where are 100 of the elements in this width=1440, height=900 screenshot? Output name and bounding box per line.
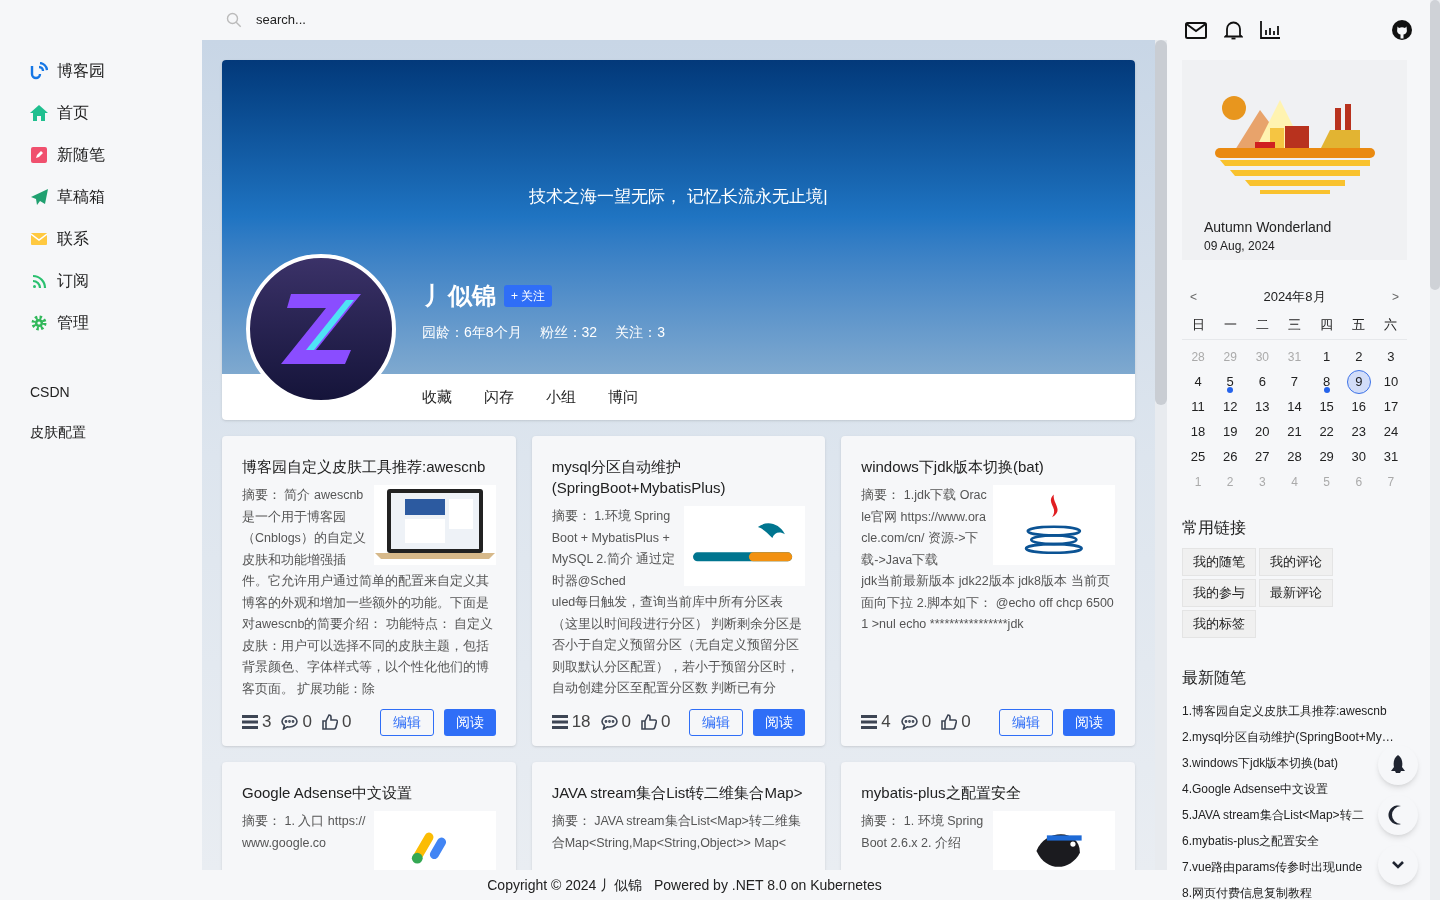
read-button[interactable]: 阅读 [443, 708, 496, 736]
thumbs-up-icon [321, 714, 338, 730]
read-button[interactable]: 阅读 [753, 708, 806, 736]
weekday-label: 日 [1190, 315, 1206, 334]
follow-button[interactable]: + 关注 [504, 285, 553, 307]
quick-link-button[interactable]: 我的标签 [1182, 610, 1256, 638]
sidebar-link[interactable]: 皮肤配置 [30, 423, 86, 441]
search-field[interactable]: search... [256, 10, 556, 30]
calendar-day[interactable]: 19 [1218, 419, 1243, 444]
calendar-day[interactable]: 2 [1346, 344, 1371, 369]
calendar-day[interactable]: 4 [1186, 369, 1211, 394]
list-icon [551, 715, 568, 729]
comment-count: 0 [921, 711, 932, 734]
edit-button[interactable]: 编辑 [999, 708, 1053, 736]
calendar-day[interactable]: 10 [1378, 369, 1403, 394]
post-title[interactable]: windows下jdk版本切换(bat) [861, 456, 1115, 477]
previous-month-button[interactable]: < [1190, 288, 1197, 306]
github-icon[interactable] [1392, 20, 1412, 40]
recent-post-link[interactable]: 1.博客园自定义皮肤工具推荐:awescnb [1182, 698, 1387, 724]
calendar-day[interactable]: 15 [1314, 394, 1339, 419]
read-button[interactable]: 阅读 [1063, 708, 1115, 736]
weekday-label: 一 [1222, 315, 1238, 334]
calendar-day[interactable]: 9 [1346, 369, 1371, 394]
calendar-day[interactable]: 22 [1314, 419, 1339, 444]
calendar-day[interactable]: 25 [1186, 444, 1211, 469]
calendar-day[interactable]: 16 [1346, 394, 1371, 419]
nav-link[interactable]: 订阅 [57, 269, 89, 293]
thumbs-up-icon [941, 714, 958, 730]
weekday-label: 三 [1287, 315, 1302, 334]
calendar-month: 2024年8月 [1263, 288, 1326, 307]
nav-link[interactable]: 首页 [57, 101, 89, 125]
post-title[interactable]: mybatis-plus之配置安全 [861, 782, 1115, 803]
weekday-label: 六 [1383, 315, 1399, 334]
mail-icon[interactable] [1185, 21, 1207, 39]
edit-button[interactable]: 编辑 [379, 708, 434, 736]
calendar-day[interactable]: 26 [1218, 444, 1243, 469]
profile-tab[interactable]: 小组 [546, 386, 576, 409]
calendar-day[interactable]: 23 [1346, 419, 1371, 444]
post-title[interactable]: JAVA stream集合List转二维集合Map> [551, 782, 806, 803]
calendar-day[interactable]: 1 [1314, 344, 1339, 369]
recent-post-link[interactable]: 7.vue路由params传参时出现unde [1182, 854, 1363, 880]
calendar-day[interactable]: 27 [1250, 444, 1275, 469]
recent-post-link[interactable]: 2.mysql分区自动维护(SpringBoot+My… [1182, 724, 1394, 750]
profile-tab[interactable]: 博问 [608, 386, 638, 409]
comment-icon [900, 714, 918, 730]
post-title[interactable]: 博客园自定义皮肤工具推荐:awescnb [242, 456, 496, 477]
footer-text: Copyright © 2024 丿似锦 Powered by .NET 8.0 on Kubernetes [486, 876, 883, 895]
search-icon [226, 12, 242, 28]
bell-icon[interactable] [1224, 20, 1243, 40]
profile-stat: 粉丝：32 [539, 323, 598, 342]
calendar-day[interactable]: 5 [1218, 369, 1243, 394]
calendar-day[interactable]: 13 [1250, 394, 1275, 419]
bar-chart-icon[interactable] [1260, 21, 1280, 39]
calendar-day[interactable]: 28 [1282, 444, 1307, 469]
calendar-day[interactable]: 7 [1282, 369, 1307, 394]
calendar-day[interactable]: 11 [1186, 394, 1211, 419]
recent-post-link[interactable]: 6.mybatis-plus之配置安全 [1182, 828, 1320, 854]
quick-link-button[interactable]: 最新评论 [1259, 579, 1333, 607]
calendar-day[interactable]: 29 [1314, 444, 1339, 469]
calendar-day[interactable]: 14 [1282, 394, 1307, 419]
calendar-day[interactable]: 12 [1218, 394, 1243, 419]
profile-tab[interactable]: 闪存 [484, 386, 514, 409]
post-summary: 件。它允许用户通过简单的配置来自定义其博客的外观和增加一些额外的功能。下面是对awescnb的简要介绍： 功能特点： 自定义皮肤：用户可以选择不同的皮肤主题，包括背景颜色、字体样式等，以个性化他们的博客页面。 扩展功能：除 [242, 573, 495, 698]
weather-date: 09 Aug, 2024 [1204, 238, 1275, 254]
recent-post-link[interactable]: 4.Google Adsense中文设置 [1182, 776, 1329, 802]
calendar-day[interactable]: 24 [1378, 419, 1403, 444]
post-title[interactable]: Google Adsense中文设置 [242, 782, 496, 803]
view-count: 4 [881, 711, 891, 734]
calendar-day[interactable]: 17 [1378, 394, 1403, 419]
nav-link[interactable]: 联系 [57, 227, 89, 251]
quick-link-button[interactable]: 我的随笔 [1182, 548, 1256, 576]
calendar-day[interactable]: 21 [1282, 419, 1307, 444]
post-summary: 摘要： 简介 awescnb是一个用于博客园（Cnblogs）的自定义皮肤和功能增强插 [242, 487, 367, 569]
post-summary: 摘要： 1. 环境 SpringBoot 2.6.x 2. 介绍 [861, 813, 985, 852]
calendar-day[interactable]: 20 [1250, 419, 1275, 444]
nav-link[interactable]: 博客园 [57, 59, 105, 83]
dark-mode-button[interactable] [1378, 795, 1418, 835]
back-to-top-button[interactable] [1378, 745, 1418, 785]
calendar-day[interactable]: 6 [1250, 369, 1275, 394]
quick-link-button[interactable]: 我的参与 [1182, 579, 1256, 607]
calendar-day[interactable]: 8 [1314, 369, 1339, 394]
sidebar-link[interactable]: CSDN [30, 383, 70, 401]
calendar-day[interactable]: 3 [1378, 344, 1403, 369]
post-title[interactable]: mysql分区自动维护(SpringBoot+MybatisPlus) [551, 456, 806, 498]
post-summary: uled每日触发，查询当前库中所有分区表（这里以时间段进行分区） 判断剩余分区是否小于自定义预留分区（无自定义预留分区则取默认分区配置），若小于预留分区时，自动创建分区至配置分区数 判断已有分 [551, 594, 804, 697]
next-month-button[interactable]: > [1392, 288, 1399, 306]
edit-button[interactable]: 编辑 [689, 708, 744, 736]
profile-tab[interactable]: 收藏 [422, 386, 452, 409]
recent-post-link[interactable]: 8.网页付费信息复制教程 [1182, 880, 1312, 900]
quick-link-button[interactable]: 我的评论 [1259, 548, 1333, 576]
nav-link[interactable]: 管理 [57, 311, 89, 335]
list-icon [861, 715, 878, 729]
recent-post-link[interactable]: 5.JAVA stream集合List<Map>转二 [1182, 802, 1364, 828]
calendar-day[interactable]: 30 [1346, 444, 1371, 469]
nav-link[interactable]: 新随笔 [57, 143, 105, 167]
section-heading: 常用链接 [1182, 518, 1247, 538]
calendar-day[interactable]: 31 [1378, 444, 1403, 469]
nav-link[interactable]: 草稿箱 [57, 185, 105, 209]
calendar-day[interactable]: 18 [1186, 419, 1211, 444]
recent-post-link[interactable]: 3.windows下jdk版本切换(bat) [1182, 750, 1339, 776]
